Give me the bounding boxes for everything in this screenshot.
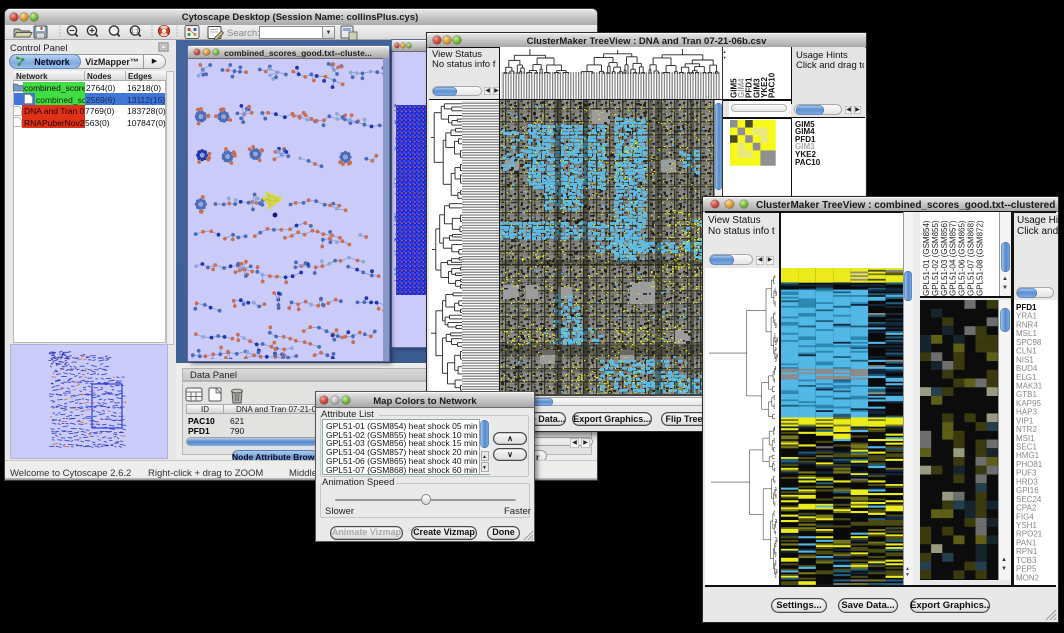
svg-text:PAC10: PAC10 [768,72,777,98]
svg-text:1:1: 1:1 [131,29,139,35]
